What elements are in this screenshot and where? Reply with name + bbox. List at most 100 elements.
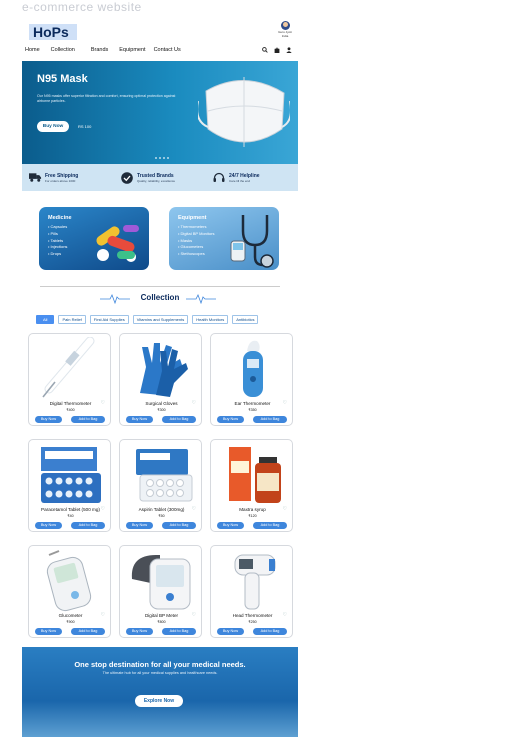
product-card[interactable]: ♡ Maxtra syrup ₹120 Buy Now Add to Bag [210,439,293,532]
add-to-bag-button[interactable]: Add to Bag [71,416,105,423]
product-name: Digital Thermometer [49,401,92,406]
buy-now-button[interactable]: Buy Now [217,416,244,423]
feature-helpline: 24/7 Helpline Care till the end [206,171,298,185]
filter-first-aid[interactable]: First Aid Supplies [89,315,129,324]
category-item: Capsules [48,224,68,231]
product-card[interactable]: ♡ Digital Thermometer ₹400 Buy Now Add t… [28,333,111,426]
product-price: ₹40 [67,514,74,518]
add-to-bag-button[interactable]: Add to Bag [162,522,196,529]
product-price: ₹250 [248,620,257,624]
carousel-dots[interactable] [155,157,169,159]
category-list: Capsules Pills Tablets Injections Drops [48,224,67,258]
buy-now-button[interactable]: Buy Now [126,416,153,423]
feature-free-shipping: Free Shipping For orders above 1000 [22,171,114,185]
buy-now-button[interactable]: Buy Now [217,628,244,635]
pills-image [96,225,139,262]
buy-now-button[interactable]: Buy Now [35,628,62,635]
digital-thermometer-image [42,337,95,398]
product-price: ₹900 [66,620,75,624]
buy-now-button[interactable]: Buy Now [126,628,153,635]
head-thermometer-image [234,554,276,610]
filter-vitamins[interactable]: Vitamins and Supplements [132,315,189,324]
feature-subtitle: For orders above 1000 [45,178,76,183]
explore-now-button[interactable]: Explore Now [135,695,183,707]
aspirin-tablet-image [136,449,193,502]
nav-collection[interactable]: Collection [51,47,75,53]
product-card[interactable]: ♡ Paracetamol Tablet (500 mg) ₹40 Buy No… [28,439,111,532]
product-card[interactable]: ♡ Glucometer ₹900 Buy Now Add to Bag [28,545,111,638]
hero-description: Our N95 masks offer superior filtration … [37,94,176,103]
filter-pain-relief[interactable]: Pain Relief [58,315,86,324]
section-divider [40,286,280,287]
product-name: Ear Thermometer [234,401,271,406]
promo-title: One stop destination for all your medica… [74,660,246,669]
product-name: Paracetamol Tablet (500 mg) [41,507,100,512]
product-card[interactable]: ♡ Aspirin Tablet (300mg) ₹50 Buy Now Add… [119,439,202,532]
product-price: ₹800 [157,620,166,624]
buy-now-button[interactable]: Buy Now [126,522,153,529]
features-bar: Free Shipping For orders above 1000 Trust… [22,164,298,191]
product-name: Surgical Gloves [145,401,178,406]
category-list: Thermometers Digital BP Monitors Masks G… [178,224,214,258]
site-logo[interactable]: HoPs [29,24,77,40]
product-price: ₹300 [157,408,166,412]
category-item: Glucometers [178,244,214,251]
category-item: Pills [48,231,67,238]
add-to-bag-button[interactable]: Add to Bag [162,416,196,423]
product-card[interactable]: ♡ Surgical Gloves ₹300 Buy Now Add to Ba… [119,333,202,426]
add-to-bag-button[interactable]: Add to Bag [253,522,287,529]
category-item: Stethoscopes [178,251,214,258]
paracetamol-tablet-image [41,447,101,503]
feature-title: Trusted Brands [137,172,174,179]
buy-now-button[interactable]: Buy Now [35,416,62,423]
category-item: Tablets [48,238,67,245]
category-item: Masks [178,238,214,245]
category-equipment-card[interactable]: Equipment Thermometers Digital BP Monito… [169,207,279,270]
product-card[interactable]: ♡ Ear Thermometer ₹350 Buy Now Add to Ba… [210,333,293,426]
collection-title: Collection [140,293,180,302]
hero-buy-now-button[interactable]: Buy Now [37,121,69,132]
avatar [280,21,290,30]
add-to-bag-button[interactable]: Add to Bag [162,628,196,635]
filter-antibiotics[interactable]: Antibiotics [232,315,259,324]
website-frame: HoPs Guru Jyoti India Home Collection Br… [22,18,298,752]
feature-trusted-brands: Trusted Brands Quality, reliability, exce… [114,171,206,185]
product-name: Digital BP Meter [144,613,179,618]
category-item: Drops [48,251,67,258]
add-to-bag-button[interactable]: Add to Bag [71,522,105,529]
category-title: Medicine [48,215,72,221]
buy-now-button[interactable]: Buy Now [35,522,62,529]
category-title: Equipment [178,215,207,221]
nav-home[interactable]: Home [25,47,40,53]
heartbeat-right-icon [186,294,216,304]
add-to-bag-button[interactable]: Add to Bag [253,628,287,635]
add-to-bag-button[interactable]: Add to Bag [253,416,287,423]
product-name: Aspirin Tablet (300mg) [138,507,185,512]
ear-thermometer-image [243,340,263,397]
category-medicine-card[interactable]: Medicine Capsules Pills Tablets Injectio… [39,207,149,270]
collection-filters: All Pain Relief First Aid Supplies Vitam… [36,315,259,324]
promo-subtitle: The ultimate hub for all your medical su… [102,671,218,675]
filter-all[interactable]: All [36,315,55,324]
nav-contact-us[interactable]: Contact Us [154,47,181,53]
bag-icon[interactable] [274,47,280,55]
feature-subtitle: Care till the end [229,178,251,183]
product-name: Head Thermometer [232,613,273,618]
add-to-bag-button[interactable]: Add to Bag [71,628,105,635]
product-card[interactable]: ♡ Head Thermometer ₹250 Buy Now Add to B… [210,545,293,638]
nav-equipment[interactable]: Equipment [119,47,145,53]
nav-brands[interactable]: Brands [91,47,108,53]
user-profile[interactable]: Guru Jyoti India [274,21,296,38]
category-item: Digital BP Monitors [178,231,215,238]
product-card[interactable]: ♡ Digital BP Meter ₹800 Buy Now Add to B… [119,545,202,638]
user-icon[interactable] [286,47,292,55]
buy-now-button[interactable]: Buy Now [217,522,244,529]
search-icon[interactable] [262,47,268,55]
filter-health-monitors[interactable]: Health Monitors [192,315,229,324]
surgical-gloves-image [140,343,188,397]
category-item: Thermometers [178,224,214,231]
feature-subtitle: Quality, reliability, excellence [137,178,176,183]
product-name: Maxtra syrup [239,507,266,512]
user-location: India [281,34,289,38]
hero-price: RS 100 [78,124,92,129]
